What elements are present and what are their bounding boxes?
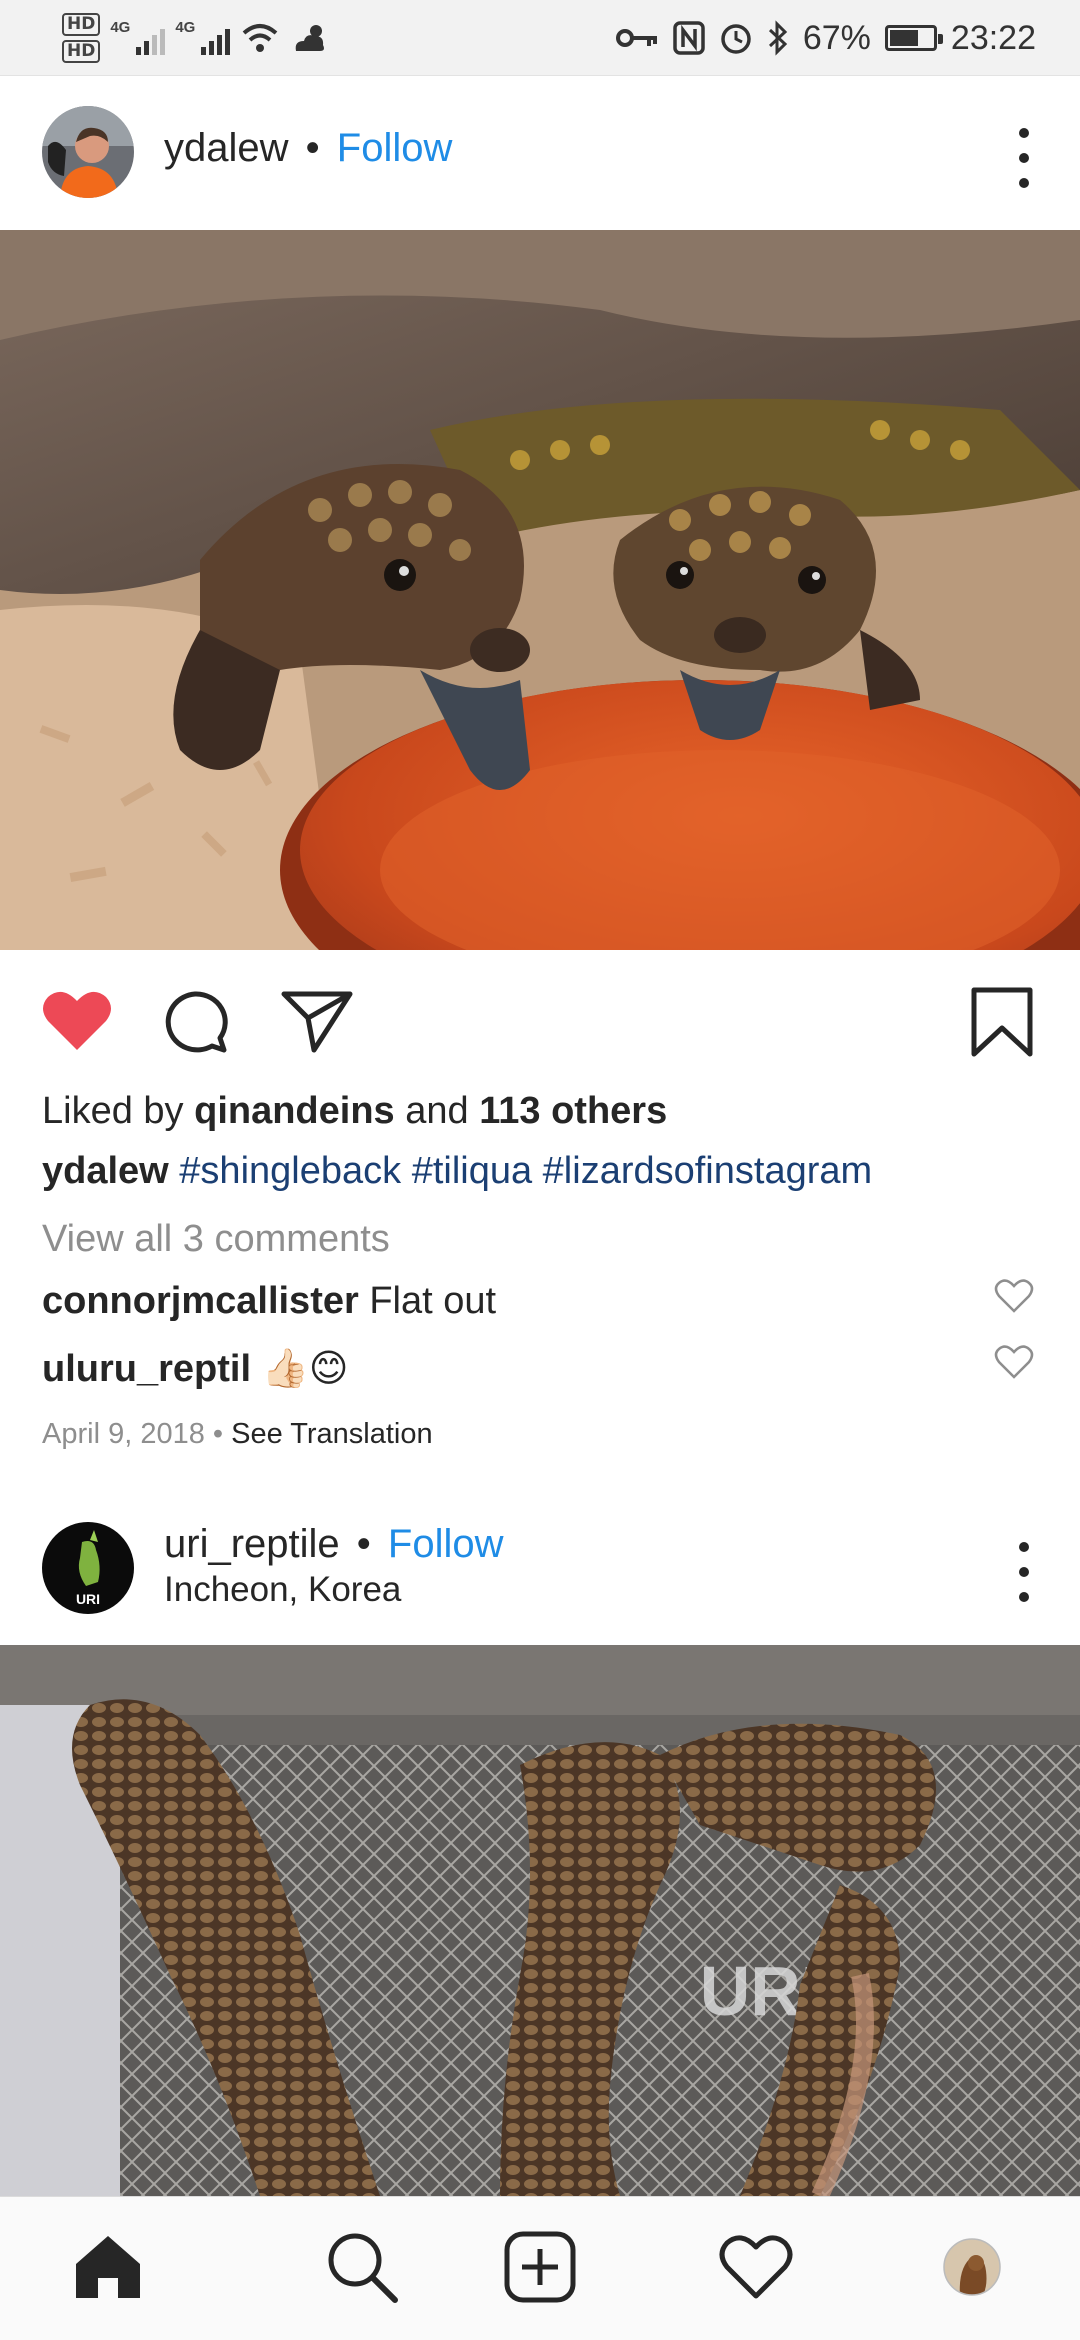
separator-dot: • [356, 1522, 371, 1566]
post-location[interactable]: Incheon, Korea [164, 1570, 401, 1610]
follow-button[interactable]: Follow [388, 1522, 504, 1566]
comment-text: Flat out [369, 1280, 497, 1322]
search-icon[interactable] [322, 2227, 402, 2307]
signal-strength-icon-2: 4G [175, 19, 231, 55]
battery-percent: 67% [802, 18, 871, 57]
post-author-line: ydalew • Follow [164, 126, 452, 171]
post-actions [0, 980, 1080, 1060]
avatar[interactable]: URI [42, 1522, 134, 1614]
battery-icon [884, 25, 943, 51]
clock: 23:22 [950, 18, 1036, 57]
caption-username[interactable]: ydalew [42, 1150, 169, 1192]
avatar[interactable] [42, 106, 134, 198]
post-author-line: uri_reptile • Follow [164, 1522, 504, 1567]
post-date-line: April 9, 2018 • See Translation [42, 1418, 433, 1450]
hashtag-link[interactable]: #tiliqua [412, 1150, 532, 1192]
follow-button[interactable]: Follow [337, 126, 453, 170]
separator-dot: • [305, 126, 320, 170]
comment-like-heart-icon[interactable] [994, 1278, 1034, 1314]
activity-heart-icon[interactable] [716, 2227, 796, 2307]
comment-username[interactable]: connorjmcallister [42, 1280, 359, 1322]
view-all-comments-link[interactable]: View all 3 comments [42, 1218, 390, 1261]
profile-avatar-icon[interactable] [932, 2227, 1012, 2307]
bottom-navigation [0, 2196, 1080, 2340]
liked-others-link[interactable]: 113 others [479, 1090, 667, 1132]
home-icon[interactable] [68, 2227, 148, 2307]
post-header: URI uri_reptile • Follow Incheon, Korea [0, 1498, 1080, 1648]
bluetooth-icon [768, 20, 788, 56]
comment-row: connorjmcallister Flat out [42, 1280, 496, 1323]
hd-voice-indicator: HD HD [62, 13, 101, 63]
nfc-icon [673, 21, 705, 55]
status-bar: HD HD 4G 4G 67% 23:22 [0, 0, 1080, 76]
likes-summary: Liked by qinandeins and 113 others [42, 1090, 668, 1132]
caption: ydalew #shingleback #tiliqua #lizardsofi… [42, 1150, 872, 1193]
post-date: April 9, 2018 [42, 1418, 205, 1450]
comment-username[interactable]: uluru_reptil [42, 1348, 251, 1390]
post-header: ydalew • Follow [0, 76, 1080, 226]
avatar-logo-text: URI [76, 1591, 100, 1607]
comment-text: 👍🏻😊 [261, 1348, 349, 1390]
more-options-icon[interactable] [1006, 128, 1042, 188]
heart-icon[interactable] [40, 988, 114, 1054]
weather-cloud-icon [296, 25, 325, 51]
add-post-icon[interactable] [500, 2227, 580, 2307]
post-username[interactable]: ydalew [164, 126, 289, 170]
liked-by-user[interactable]: qinandeins [194, 1090, 395, 1132]
more-options-icon[interactable] [1006, 1542, 1042, 1602]
post-image[interactable]: URI [0, 1645, 1080, 2196]
post-image[interactable] [0, 230, 1080, 950]
wifi-icon [243, 24, 278, 52]
hashtag-link[interactable]: #shingleback [179, 1150, 401, 1192]
comment-row: uluru_reptil 👍🏻😊 [42, 1346, 349, 1391]
signal-strength-icon: 4G [110, 19, 166, 55]
hashtag-link[interactable]: #lizardsofinstagram [543, 1150, 872, 1192]
comment-icon[interactable] [160, 990, 230, 1054]
key-icon [615, 29, 657, 47]
post-username[interactable]: uri_reptile [164, 1522, 340, 1566]
alarm-icon [721, 24, 751, 54]
comment-like-heart-icon[interactable] [994, 1344, 1034, 1380]
send-icon[interactable] [280, 988, 354, 1054]
see-translation-link[interactable]: See Translation [231, 1418, 433, 1450]
bookmark-icon[interactable] [970, 986, 1034, 1058]
